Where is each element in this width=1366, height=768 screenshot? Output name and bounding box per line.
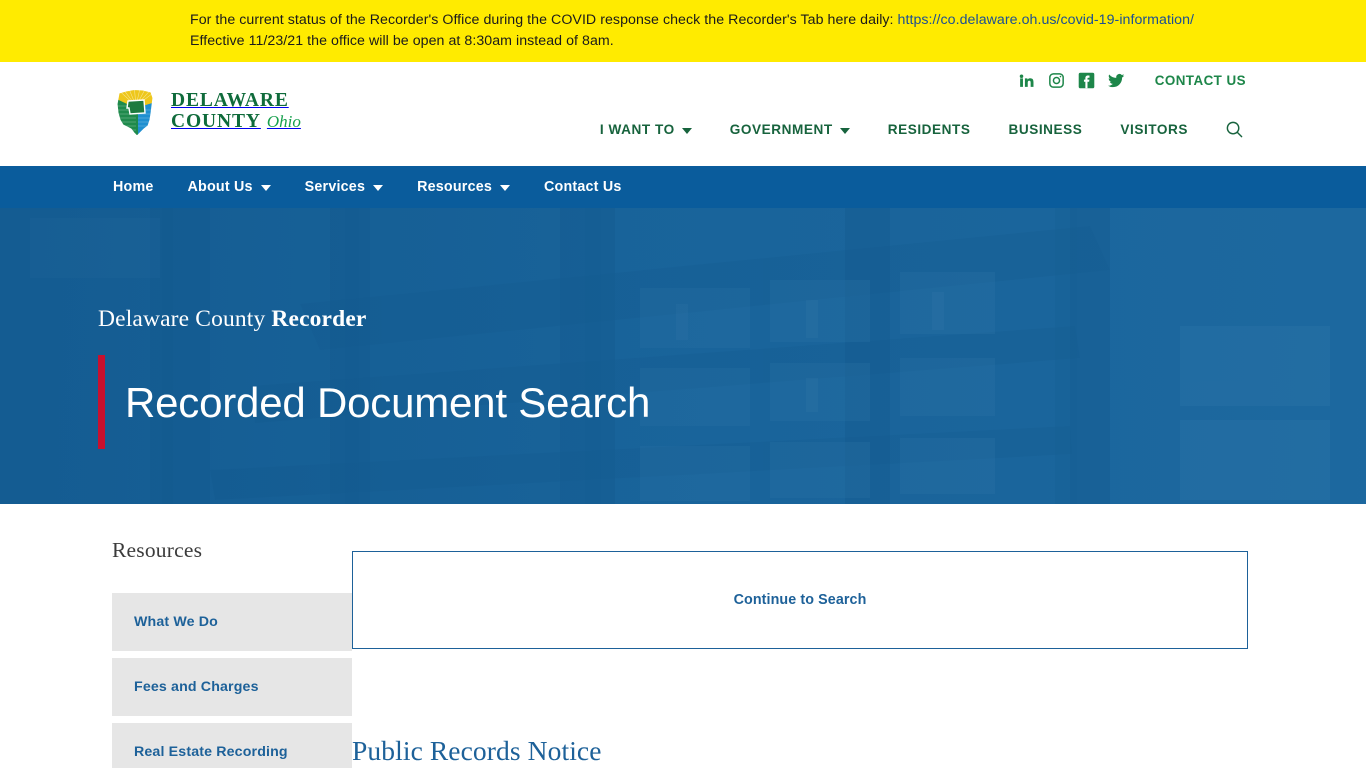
alert-line-2: Effective 11/23/21 the office will be op… xyxy=(190,33,614,49)
subnav-item-services[interactable]: Services xyxy=(305,173,400,201)
continue-to-search-panel: Continue to Search xyxy=(352,551,1248,649)
hero-eyebrow-department: Recorder xyxy=(271,306,367,332)
subnav-label: About Us xyxy=(187,179,253,195)
hero-eyebrow-prefix: Delaware County xyxy=(98,306,272,332)
logo-ohio-text: Ohio xyxy=(266,112,301,131)
alert-text-before-link: For the current status of the Recorder's… xyxy=(190,12,898,28)
nav-label: BUSINESS xyxy=(1008,122,1083,137)
linkedin-icon[interactable] xyxy=(1018,72,1035,89)
sidebar-item-label: What We Do xyxy=(134,614,218,630)
contact-us-link[interactable]: CONTACT US xyxy=(1155,73,1246,88)
nav-item-government[interactable]: GOVERNMENT xyxy=(711,114,869,145)
subnav-label: Resources xyxy=(417,179,493,195)
hero-banner: Delaware County Recorder Recorded Docume… xyxy=(0,208,1366,504)
nav-label: I WANT TO xyxy=(599,122,675,137)
subnav-item-home[interactable]: Home xyxy=(113,173,171,201)
sidebar-item-what-we-do[interactable]: What We Do xyxy=(112,593,352,651)
alert-line-1: For the current status of the Recorder's… xyxy=(190,10,1258,31)
nav-label: RESIDENTS xyxy=(887,122,971,137)
chevron-down-icon xyxy=(839,127,850,134)
nav-label: VISITORS xyxy=(1120,122,1188,137)
public-records-notice-heading: Public Records Notice xyxy=(352,735,602,766)
subnav-label: Contact Us xyxy=(544,179,622,195)
continue-to-search-link[interactable]: Continue to Search xyxy=(734,592,867,608)
hero-content: Delaware County Recorder Recorded Docume… xyxy=(98,306,650,454)
subnav-item-about-us[interactable]: About Us xyxy=(188,173,288,201)
sidebar-item-label: Real Estate Recording xyxy=(134,744,288,760)
hero-eyebrow: Delaware County Recorder xyxy=(98,306,650,333)
subnav-item-resources[interactable]: Resources xyxy=(417,173,527,201)
covid-alert-bar: For the current status of the Recorder's… xyxy=(0,0,1366,62)
instagram-icon[interactable] xyxy=(1048,72,1065,89)
hero-accent-bar xyxy=(98,355,105,450)
sidebar-item-label: Fees and Charges xyxy=(134,679,259,695)
primary-navigation: I WANT TO GOVERNMENT RESIDENTS BUSINESS … xyxy=(581,114,1250,145)
chevron-down-icon xyxy=(500,185,511,191)
facebook-icon[interactable] xyxy=(1078,72,1095,89)
nav-item-residents[interactable]: RESIDENTS xyxy=(869,114,990,145)
subnav-item-contact-us[interactable]: Contact Us xyxy=(544,173,638,201)
nav-item-business[interactable]: BUSINESS xyxy=(989,114,1101,145)
page-content: Resources What We Do Fees and Charges Re… xyxy=(0,504,1366,768)
sidebar: Resources What We Do Fees and Charges Re… xyxy=(0,504,352,768)
chevron-down-icon xyxy=(681,127,692,134)
page-title: Recorded Document Search xyxy=(125,379,651,427)
main-column: Continue to Search Public Records Notice xyxy=(352,504,1366,768)
logo-wordmark: DELAWARE COUNTY Ohio xyxy=(171,89,301,133)
twitter-icon[interactable] xyxy=(1107,72,1125,89)
subnav-label: Home xyxy=(113,179,154,195)
ohio-state-logo-icon xyxy=(110,84,162,138)
chevron-down-icon xyxy=(373,185,384,191)
logo-line-1: DELAWARE xyxy=(171,90,289,112)
chevron-down-icon xyxy=(260,185,271,191)
sidebar-item-fees-and-charges[interactable]: Fees and Charges xyxy=(112,658,352,716)
covid-information-link[interactable]: https://co.delaware.oh.us/covid-19-infor… xyxy=(898,12,1195,28)
nav-item-i-want-to[interactable]: I WANT TO xyxy=(581,114,711,145)
logo-line-2: COUNTY Ohio xyxy=(171,111,301,133)
site-logo[interactable]: DELAWARE COUNTY Ohio xyxy=(110,84,301,138)
sidebar-item-real-estate-recording[interactable]: Real Estate Recording xyxy=(112,723,352,768)
utility-bar: CONTACT US xyxy=(1018,72,1246,89)
sidebar-heading: Resources xyxy=(112,538,203,562)
search-icon[interactable] xyxy=(1219,114,1250,145)
logo-county-text: COUNTY xyxy=(171,111,261,132)
department-navigation: Home About Us Services Resources Contact… xyxy=(0,166,1366,208)
nav-item-visitors[interactable]: VISITORS xyxy=(1101,114,1207,145)
site-header: DELAWARE COUNTY Ohio CONTACT US I WANT T… xyxy=(0,62,1366,166)
subnav-label: Services xyxy=(304,179,366,195)
nav-label: GOVERNMENT xyxy=(729,122,833,137)
